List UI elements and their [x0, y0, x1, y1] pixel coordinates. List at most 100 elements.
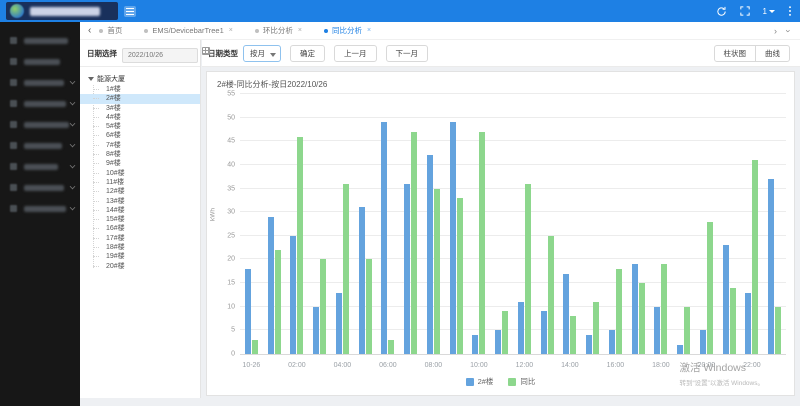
chart-bar-2#楼[interactable] — [745, 293, 751, 354]
tree-item-11[interactable]: 11#楼 — [80, 178, 200, 187]
chart-bar-2#楼[interactable] — [586, 335, 592, 354]
tabs-forward-icon[interactable]: › — [774, 26, 777, 36]
tab-item-1[interactable]: 首页 — [99, 25, 122, 36]
chart-bar-2#楼[interactable] — [268, 217, 274, 354]
sidebar-item-blurred-3[interactable] — [0, 72, 80, 93]
chart-bar-同比[interactable] — [707, 222, 713, 354]
tree-item-9[interactable]: 9#楼 — [80, 159, 200, 168]
chart-bar-2#楼[interactable] — [495, 330, 501, 354]
tabs-back-icon[interactable]: ‹ — [88, 26, 91, 36]
tree-item-6[interactable]: 6#楼 — [80, 131, 200, 140]
sidebar-item-blurred-2[interactable] — [0, 51, 80, 72]
chart-bar-同比[interactable] — [388, 340, 394, 354]
chart-bar-同比[interactable] — [661, 264, 667, 354]
tab-item-4[interactable]: 同比分析× — [324, 25, 371, 36]
tree-item-5[interactable]: 5#楼 — [80, 122, 200, 131]
sidebar-item-blurred-1[interactable] — [0, 30, 80, 51]
user-menu[interactable]: 1 — [763, 7, 775, 16]
tree-expand-icon[interactable] — [88, 77, 94, 81]
chart-bar-同比[interactable] — [775, 307, 781, 354]
chart-bar-同比[interactable] — [752, 160, 758, 354]
date-type-select[interactable]: 按月 — [243, 45, 281, 62]
tree-root-node[interactable]: 能源大厦 — [80, 74, 200, 84]
chart-bar-同比[interactable] — [730, 288, 736, 354]
chart-bar-同比[interactable] — [548, 236, 554, 354]
tab-close-icon[interactable]: × — [367, 27, 371, 34]
chart-bar-2#楼[interactable] — [541, 311, 547, 354]
tree-item-3[interactable]: 3#楼 — [80, 104, 200, 113]
chart-bar-2#楼[interactable] — [245, 269, 251, 354]
tree-item-1[interactable]: 1#楼 — [80, 85, 200, 94]
legend-item-2#楼[interactable]: 2#楼 — [466, 376, 494, 387]
more-options-icon[interactable] — [788, 5, 792, 17]
tree-item-10[interactable]: 10#楼 — [80, 169, 200, 178]
tree-item-14[interactable]: 14#楼 — [80, 206, 200, 215]
chart-bar-2#楼[interactable] — [472, 335, 478, 354]
collapse-menu-icon[interactable] — [124, 6, 136, 17]
chart-bar-同比[interactable] — [639, 283, 645, 354]
chart-bar-2#楼[interactable] — [563, 274, 569, 354]
tab-close-icon[interactable]: × — [298, 27, 302, 34]
line-chart-button[interactable]: 曲线 — [755, 45, 790, 62]
chart-bar-2#楼[interactable] — [632, 264, 638, 354]
tab-close-icon[interactable]: × — [229, 27, 233, 34]
tab-item-3[interactable]: 环比分析× — [255, 25, 302, 36]
prev-month-button[interactable]: 上一月 — [334, 45, 377, 62]
bar-chart-button[interactable]: 柱状图 — [714, 45, 757, 62]
chart-bar-2#楼[interactable] — [677, 345, 683, 354]
tree-item-8[interactable]: 8#楼 — [80, 150, 200, 159]
chart-bar-同比[interactable] — [411, 132, 417, 354]
chart-bar-2#楼[interactable] — [404, 184, 410, 354]
chart-bar-2#楼[interactable] — [313, 307, 319, 354]
chart-bar-同比[interactable] — [320, 259, 326, 354]
sidebar-item-blurred-5[interactable] — [0, 114, 80, 135]
sidebar-item-blurred-9[interactable] — [0, 198, 80, 219]
sidebar-item-blurred-8[interactable] — [0, 177, 80, 198]
chart-bar-同比[interactable] — [593, 302, 599, 354]
chart-bar-同比[interactable] — [366, 259, 372, 354]
sidebar-item-blurred-4[interactable] — [0, 93, 80, 114]
chart-bar-2#楼[interactable] — [336, 293, 342, 354]
sidebar-item-blurred-6[interactable] — [0, 135, 80, 156]
chart-bar-2#楼[interactable] — [518, 302, 524, 354]
tree-item-2[interactable]: 2#楼 — [80, 94, 200, 103]
chart-bar-2#楼[interactable] — [359, 207, 365, 354]
refresh-icon[interactable] — [716, 6, 727, 17]
chart-bar-同比[interactable] — [479, 132, 485, 354]
tree-item-15[interactable]: 15#楼 — [80, 215, 200, 224]
date-input[interactable] — [122, 48, 198, 63]
sidebar-item-blurred-7[interactable] — [0, 156, 80, 177]
confirm-button[interactable]: 确定 — [290, 45, 325, 62]
chart-bar-同比[interactable] — [343, 184, 349, 354]
chart-bar-同比[interactable] — [457, 198, 463, 354]
chart-bar-2#楼[interactable] — [609, 330, 615, 354]
tree-item-20[interactable]: 20#楼 — [80, 262, 200, 271]
tabs-dropdown-icon[interactable]: › — [784, 29, 794, 32]
tree-item-16[interactable]: 16#楼 — [80, 224, 200, 233]
tree-item-7[interactable]: 7#楼 — [80, 141, 200, 150]
calendar-icon[interactable] — [202, 47, 210, 55]
tree-item-17[interactable]: 17#楼 — [80, 234, 200, 243]
chart-bar-同比[interactable] — [252, 340, 258, 354]
chart-bar-2#楼[interactable] — [427, 155, 433, 354]
chart-bar-2#楼[interactable] — [723, 245, 729, 354]
tab-item-2[interactable]: EMS/DevicebarTree1× — [144, 26, 233, 35]
chart-bar-同比[interactable] — [570, 316, 576, 354]
chart-bar-2#楼[interactable] — [700, 330, 706, 354]
chart-bar-同比[interactable] — [502, 311, 508, 354]
chart-bar-同比[interactable] — [616, 269, 622, 354]
chart-bar-同比[interactable] — [525, 184, 531, 354]
tree-item-19[interactable]: 19#楼 — [80, 252, 200, 261]
chart-bar-2#楼[interactable] — [654, 307, 660, 354]
chart-bar-2#楼[interactable] — [381, 122, 387, 354]
chart-bar-同比[interactable] — [275, 250, 281, 354]
legend-item-同比[interactable]: 同比 — [508, 376, 535, 387]
chart-bar-同比[interactable] — [434, 189, 440, 354]
next-month-button[interactable]: 下一月 — [386, 45, 429, 62]
chart-bar-同比[interactable] — [297, 137, 303, 354]
fullscreen-icon[interactable] — [740, 6, 750, 16]
tree-item-4[interactable]: 4#楼 — [80, 113, 200, 122]
tree-item-18[interactable]: 18#楼 — [80, 243, 200, 252]
tree-item-12[interactable]: 12#楼 — [80, 187, 200, 196]
chart-bar-2#楼[interactable] — [768, 179, 774, 354]
